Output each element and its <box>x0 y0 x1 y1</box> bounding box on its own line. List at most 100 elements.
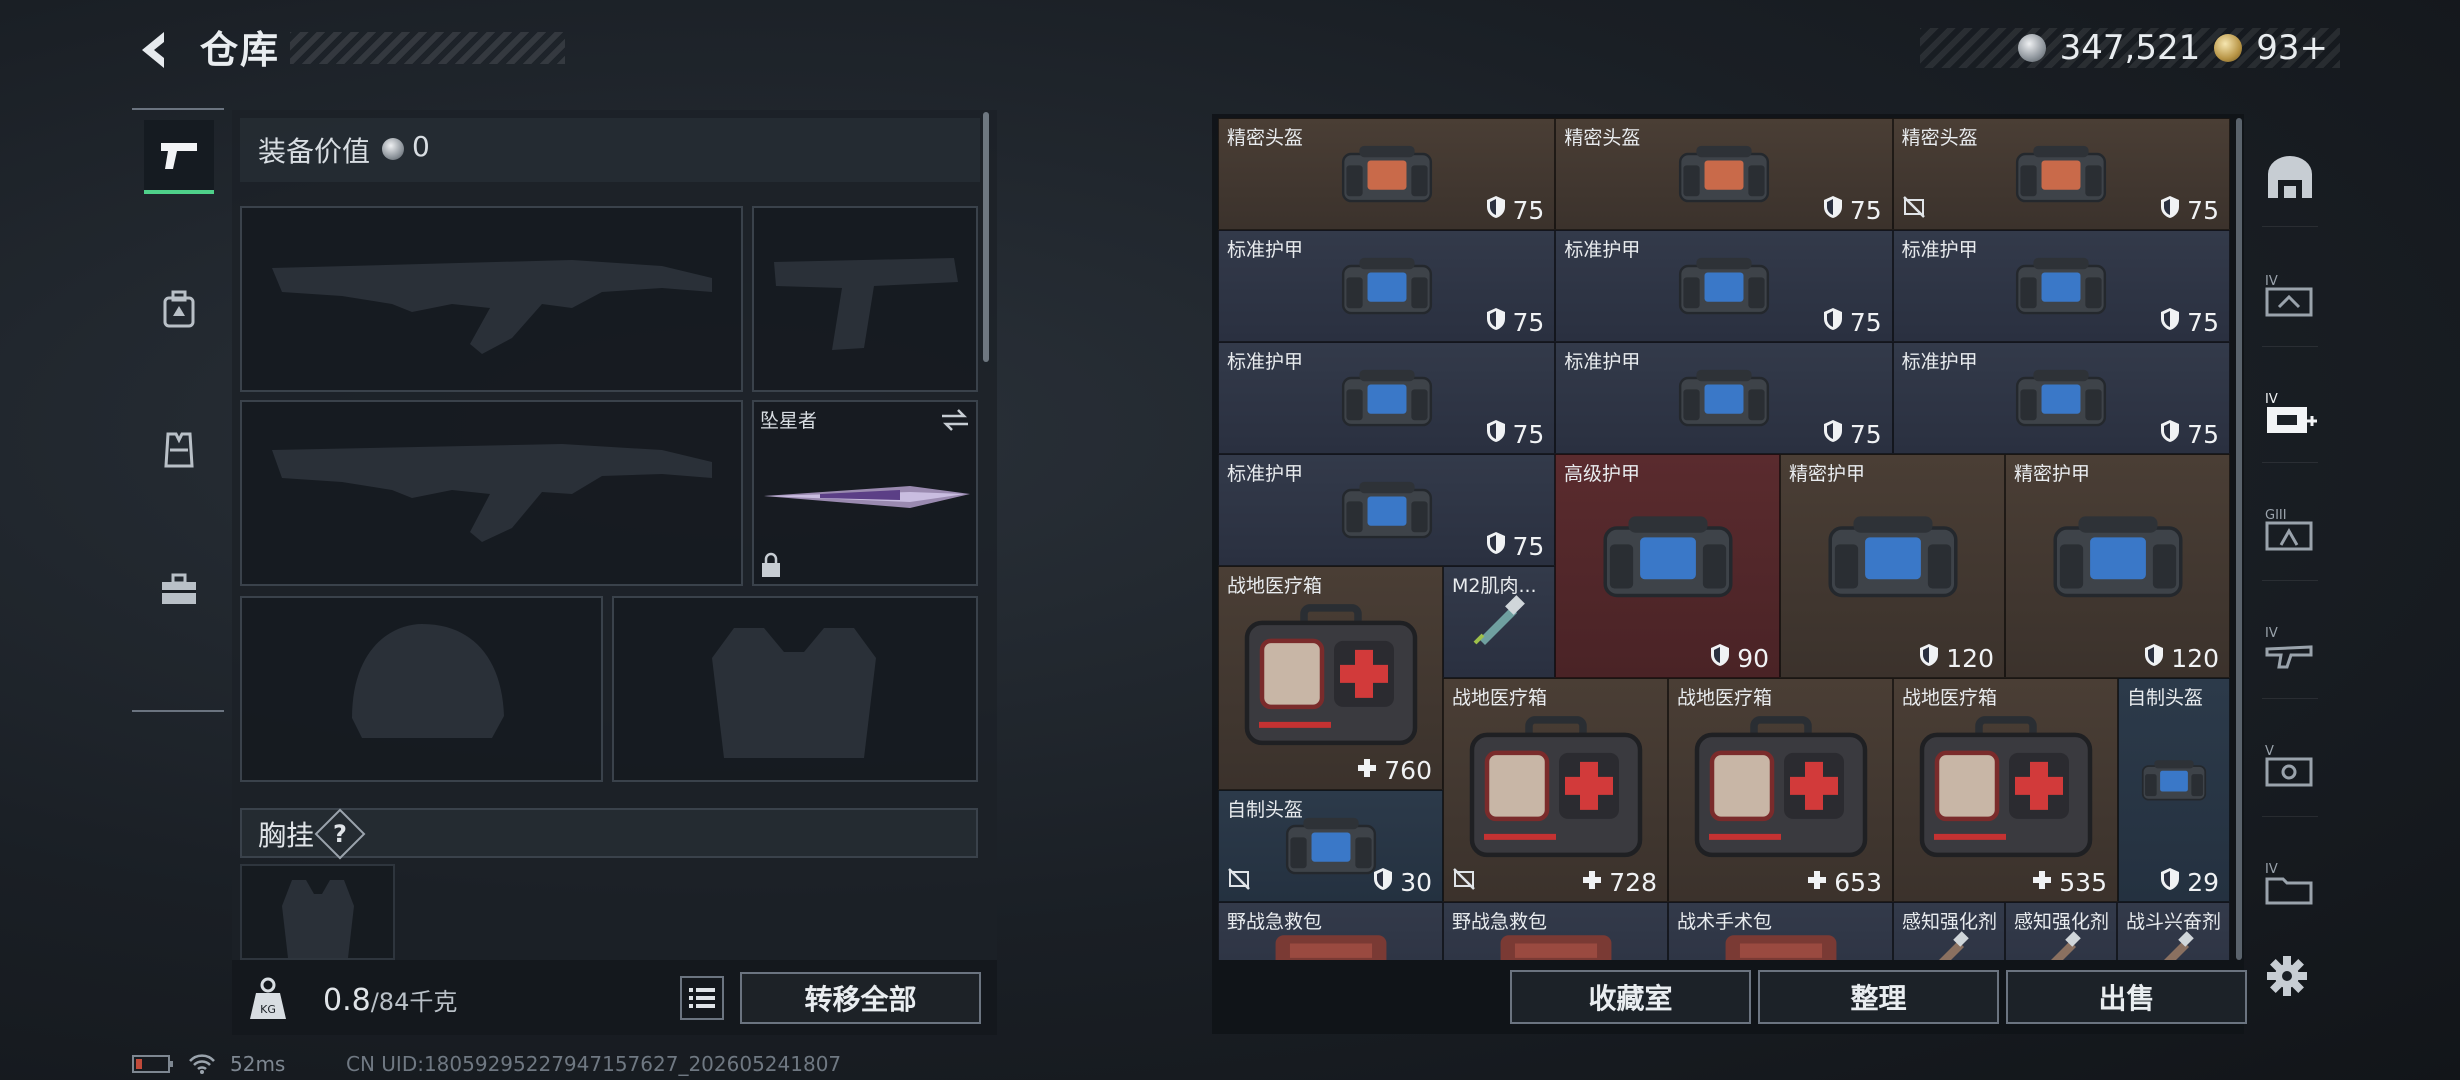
item-image <box>1469 589 1529 653</box>
item-name: 战地医疗箱 <box>1452 687 1548 709</box>
warehouse-item[interactable]: 精密护甲 120 <box>2005 454 2230 678</box>
tab-storage-2[interactable]: IV <box>2258 384 2322 444</box>
svg-text:IV: IV <box>2265 274 2278 289</box>
item-stat-value: 75 <box>1512 419 1545 449</box>
armor-shield-icon <box>2159 195 2181 225</box>
item-stat: 75 <box>1485 307 1544 337</box>
swap-icon <box>942 409 968 431</box>
item-name: 精密护甲 <box>1789 463 1866 485</box>
valuables-case-icon: V <box>2265 744 2313 787</box>
item-image <box>2048 491 2188 625</box>
warehouse-item[interactable]: 标准护甲 75 <box>1218 230 1556 342</box>
tab-storage-5[interactable]: V <box>2258 736 2322 796</box>
sidebar-divider <box>2262 346 2318 347</box>
warehouse-item[interactable]: 自制头盔 29 <box>2118 678 2230 902</box>
weight-icon: KG <box>250 977 286 1019</box>
warehouse-item[interactable]: 标准护甲 75 <box>1892 230 2230 342</box>
svg-text:GIII: GIII <box>2265 508 2287 523</box>
warehouse-item[interactable]: 标准护甲 75 <box>1218 342 1556 454</box>
item-stat-value: 75 <box>2187 419 2219 449</box>
tab-storage-1[interactable]: IV <box>2258 266 2322 326</box>
warehouse-item[interactable]: M2肌肉... <box>1443 566 1555 678</box>
warehouse-item[interactable]: 精密头盔 75 <box>1555 118 1893 230</box>
transfer-all-button[interactable]: 转移全部 <box>740 972 981 1024</box>
warehouse-item[interactable]: 战地医疗箱 653 <box>1668 678 1893 902</box>
sidebar-divider <box>2262 580 2318 581</box>
secondary-weapon-slot[interactable] <box>240 400 743 586</box>
item-image <box>1966 141 2156 210</box>
armor-shield-icon <box>2143 643 2165 673</box>
armor-shield-icon <box>2159 867 2181 897</box>
warehouse-item[interactable]: 战斗兴奋剂 <box>2117 902 2230 960</box>
warehouse-grid: 精密头盔 75 精密头盔 75 精密头盔 75 标准护甲 75 标准护甲 75 标准护甲 75 标准护甲… <box>1218 118 2230 960</box>
gold-amount[interactable]: 93+ <box>2256 28 2328 68</box>
rifle-silhouette-icon <box>272 444 712 542</box>
sidearm-slot[interactable] <box>752 206 978 392</box>
heal-plus-icon <box>1356 756 1378 785</box>
settings-button[interactable] <box>2262 951 2312 1001</box>
warehouse-item[interactable]: 战地医疗箱 728 <box>1443 678 1668 902</box>
tab-storage-3[interactable]: GIII <box>2258 500 2322 560</box>
warehouse-item[interactable]: 标准护甲 75 <box>1555 342 1893 454</box>
tab-storage-6[interactable]: IV <box>2258 854 2322 914</box>
tab-warehouse-home[interactable] <box>2258 148 2322 208</box>
warehouse-item[interactable]: 感知强化剂 <box>1893 902 2005 960</box>
chest-rig-label: 胸挂 <box>258 819 315 852</box>
swap-button[interactable] <box>940 408 970 436</box>
back-button[interactable] <box>128 22 184 78</box>
warehouse-item[interactable]: 战地医疗箱 760 <box>1218 566 1443 790</box>
item-name: 战地医疗箱 <box>1677 687 1773 709</box>
warehouse-item[interactable]: 战术手术包 <box>1668 902 1893 960</box>
equipment-value-label: 装备价值 <box>258 135 371 168</box>
item-name: 高级护甲 <box>1564 463 1641 485</box>
list-view-button[interactable] <box>680 976 724 1020</box>
organize-button[interactable]: 整理 <box>1758 970 1999 1024</box>
warehouse-item[interactable]: 野战急救包 <box>1218 902 1443 960</box>
warehouse-item[interactable]: 标准护甲 75 <box>1892 342 2230 454</box>
heal-plus-icon <box>2031 868 2053 897</box>
gear-icon <box>2267 956 2307 996</box>
warehouse-item[interactable]: 战地医疗箱 535 <box>1893 678 2118 902</box>
armor-shield-icon <box>2159 419 2181 449</box>
item-stat-value: 75 <box>1849 307 1882 337</box>
armor-shield-icon <box>1709 643 1731 673</box>
item-stat-value: 728 <box>1609 868 1657 897</box>
item-image <box>1292 477 1482 546</box>
collection-room-button[interactable]: 收藏室 <box>1510 970 1751 1024</box>
warehouse-scrollbar[interactable] <box>2236 118 2242 960</box>
item-image <box>2036 925 2086 960</box>
item-stat: 29 <box>2159 867 2219 897</box>
sell-button[interactable]: 出售 <box>2006 970 2247 1024</box>
warehouse-item[interactable]: 精密头盔 75 <box>1892 118 2230 230</box>
item-stat: 75 <box>1485 419 1545 449</box>
body-armor-slot[interactable] <box>612 596 978 782</box>
melee-slot[interactable]: 坠星者 <box>752 400 978 586</box>
item-image <box>1292 365 1482 434</box>
tab-backpack[interactable] <box>144 275 214 345</box>
item-stat-value: 75 <box>2187 195 2219 225</box>
armor-shield-icon <box>1822 419 1844 449</box>
loadout-scrollbar[interactable] <box>983 112 989 362</box>
armor-case-icon: GIII <box>2265 508 2313 551</box>
warehouse-item[interactable]: 高级护甲 90 <box>1555 454 1780 678</box>
chest-rig-slot[interactable] <box>240 864 395 960</box>
item-stat: 653 <box>1806 868 1882 897</box>
tab-armor[interactable] <box>144 415 214 485</box>
warehouse-item[interactable]: 精密头盔 75 <box>1218 118 1556 230</box>
warehouse-item[interactable]: 精密护甲 120 <box>1780 454 2005 678</box>
helmet-slot[interactable] <box>240 596 603 782</box>
heal-plus-icon <box>1806 868 1828 897</box>
silver-coin-icon <box>2017 34 2046 62</box>
warehouse-item[interactable]: 感知强化剂 <box>2005 902 2117 960</box>
item-image <box>1292 253 1482 322</box>
tab-weapons[interactable] <box>144 120 214 194</box>
tab-toolbox[interactable] <box>144 555 214 625</box>
item-stat: 120 <box>1918 643 1994 673</box>
warehouse-item[interactable]: 标准护甲 75 <box>1218 454 1556 566</box>
primary-weapon-slot[interactable] <box>240 206 743 392</box>
warehouse-item[interactable]: 野战急救包 <box>1443 902 1668 960</box>
warehouse-item[interactable]: 自制头盔 30 <box>1218 790 1443 902</box>
tab-storage-4[interactable]: IV <box>2258 618 2322 678</box>
warehouse-item[interactable]: 标准护甲 75 <box>1555 230 1893 342</box>
item-stat: 75 <box>1822 419 1882 449</box>
